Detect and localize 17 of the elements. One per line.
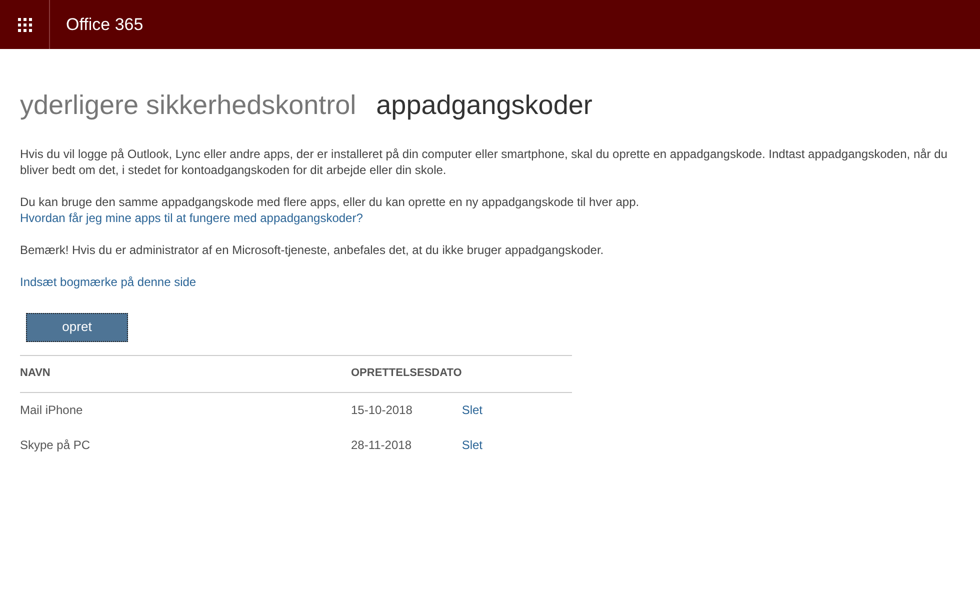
column-header: NAVN bbox=[20, 355, 351, 392]
page-title: appadgangskoder bbox=[376, 89, 592, 122]
table-cell: Mail iPhone bbox=[20, 392, 351, 427]
table-cell-text: Skype på PC bbox=[20, 436, 92, 454]
paragraph: Bemærk! Hvis du er administrator af en Microsoft-tjeneste, anbefales det, at du ikke bruger appadgangskoder. bbox=[20, 242, 605, 258]
help-link[interactable]: Hvordan får jeg mine apps til at fungere med appadgangskoder? bbox=[20, 210, 363, 224]
app-title: Office 365 bbox=[66, 14, 144, 36]
table-cell: 15-10-2018 bbox=[351, 402, 412, 417]
paragraph: Du kan bruge den samme appadgangskode med flere apps, eller du kan oprette en ny appadgangskode til hver app. Hvordan får jeg mine apps til at fungere med appadgangskoder? bbox=[20, 194, 640, 226]
delete-link[interactable]: Slet bbox=[462, 402, 483, 417]
create-button[interactable]: opret bbox=[26, 312, 128, 342]
bookmark-link[interactable]: Indsæt bogmærke på denne side bbox=[20, 274, 960, 290]
table-cell: 28-11-2018 bbox=[351, 438, 412, 452]
paragraph: Hvis du vil logge på Outlook, Lync eller andre apps, der er installeret på din computer eller smartphone, skal du oprette en appadgangskode. Indtast appadgangskoden, når du bliver bedt om det, i stedet for kontoadgangskoden for dit arbejde eller din skole. bbox=[20, 146, 948, 178]
section-title: yderligere sikkerhedskontrol bbox=[20, 89, 356, 122]
delete-link[interactable]: Slet bbox=[462, 438, 483, 452]
column-header: OPRETTELSESDATO bbox=[351, 355, 462, 392]
